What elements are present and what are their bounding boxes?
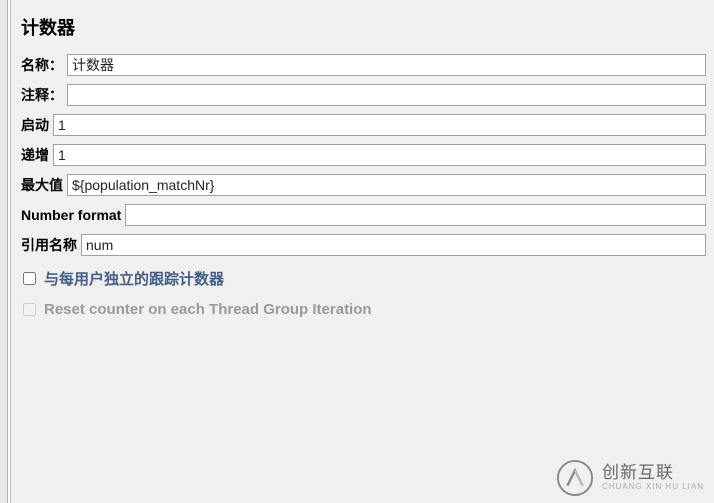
per-user-checkbox[interactable] <box>23 272 36 285</box>
number-format-label: Number format <box>21 207 121 223</box>
increment-label: 递增 <box>21 145 49 165</box>
per-user-row: 与每用户独立的跟踪计数器 <box>11 260 714 293</box>
panel-title: 计数器 <box>11 0 714 50</box>
start-input[interactable] <box>53 114 706 136</box>
refname-label: 引用名称 <box>21 235 77 255</box>
start-row: 启动 <box>11 110 714 140</box>
max-input[interactable] <box>67 174 706 196</box>
logo-text-en: CHUANG XIN HU LIAN <box>602 483 704 492</box>
counter-config-panel: 计数器 名称： 注释： 启动 递增 最大值 Number format 引用名称… <box>10 0 714 503</box>
comment-input[interactable] <box>67 84 706 106</box>
refname-input[interactable] <box>81 234 706 256</box>
watermark-logo: 创新互联 CHUANG XIN HU LIAN <box>556 459 704 497</box>
comment-row: 注释： <box>11 80 714 110</box>
increment-row: 递增 <box>11 140 714 170</box>
number-format-input[interactable] <box>125 204 706 226</box>
reset-checkbox <box>23 303 36 316</box>
name-row: 名称： <box>11 50 714 80</box>
max-row: 最大值 <box>11 170 714 200</box>
logo-text-cn: 创新互联 <box>602 464 704 483</box>
comment-label: 注释： <box>21 85 63 105</box>
name-input[interactable] <box>67 54 706 76</box>
logo-icon <box>556 459 594 497</box>
reset-label: Reset counter on each Thread Group Itera… <box>44 301 372 318</box>
per-user-label: 与每用户独立的跟踪计数器 <box>44 268 224 289</box>
refname-row: 引用名称 <box>11 230 714 260</box>
max-label: 最大值 <box>21 175 63 195</box>
increment-input[interactable] <box>53 144 706 166</box>
number-format-row: Number format <box>11 200 714 230</box>
name-label: 名称： <box>21 55 63 75</box>
reset-row: Reset counter on each Thread Group Itera… <box>11 293 714 322</box>
resize-handle[interactable] <box>0 0 8 503</box>
start-label: 启动 <box>21 115 49 135</box>
